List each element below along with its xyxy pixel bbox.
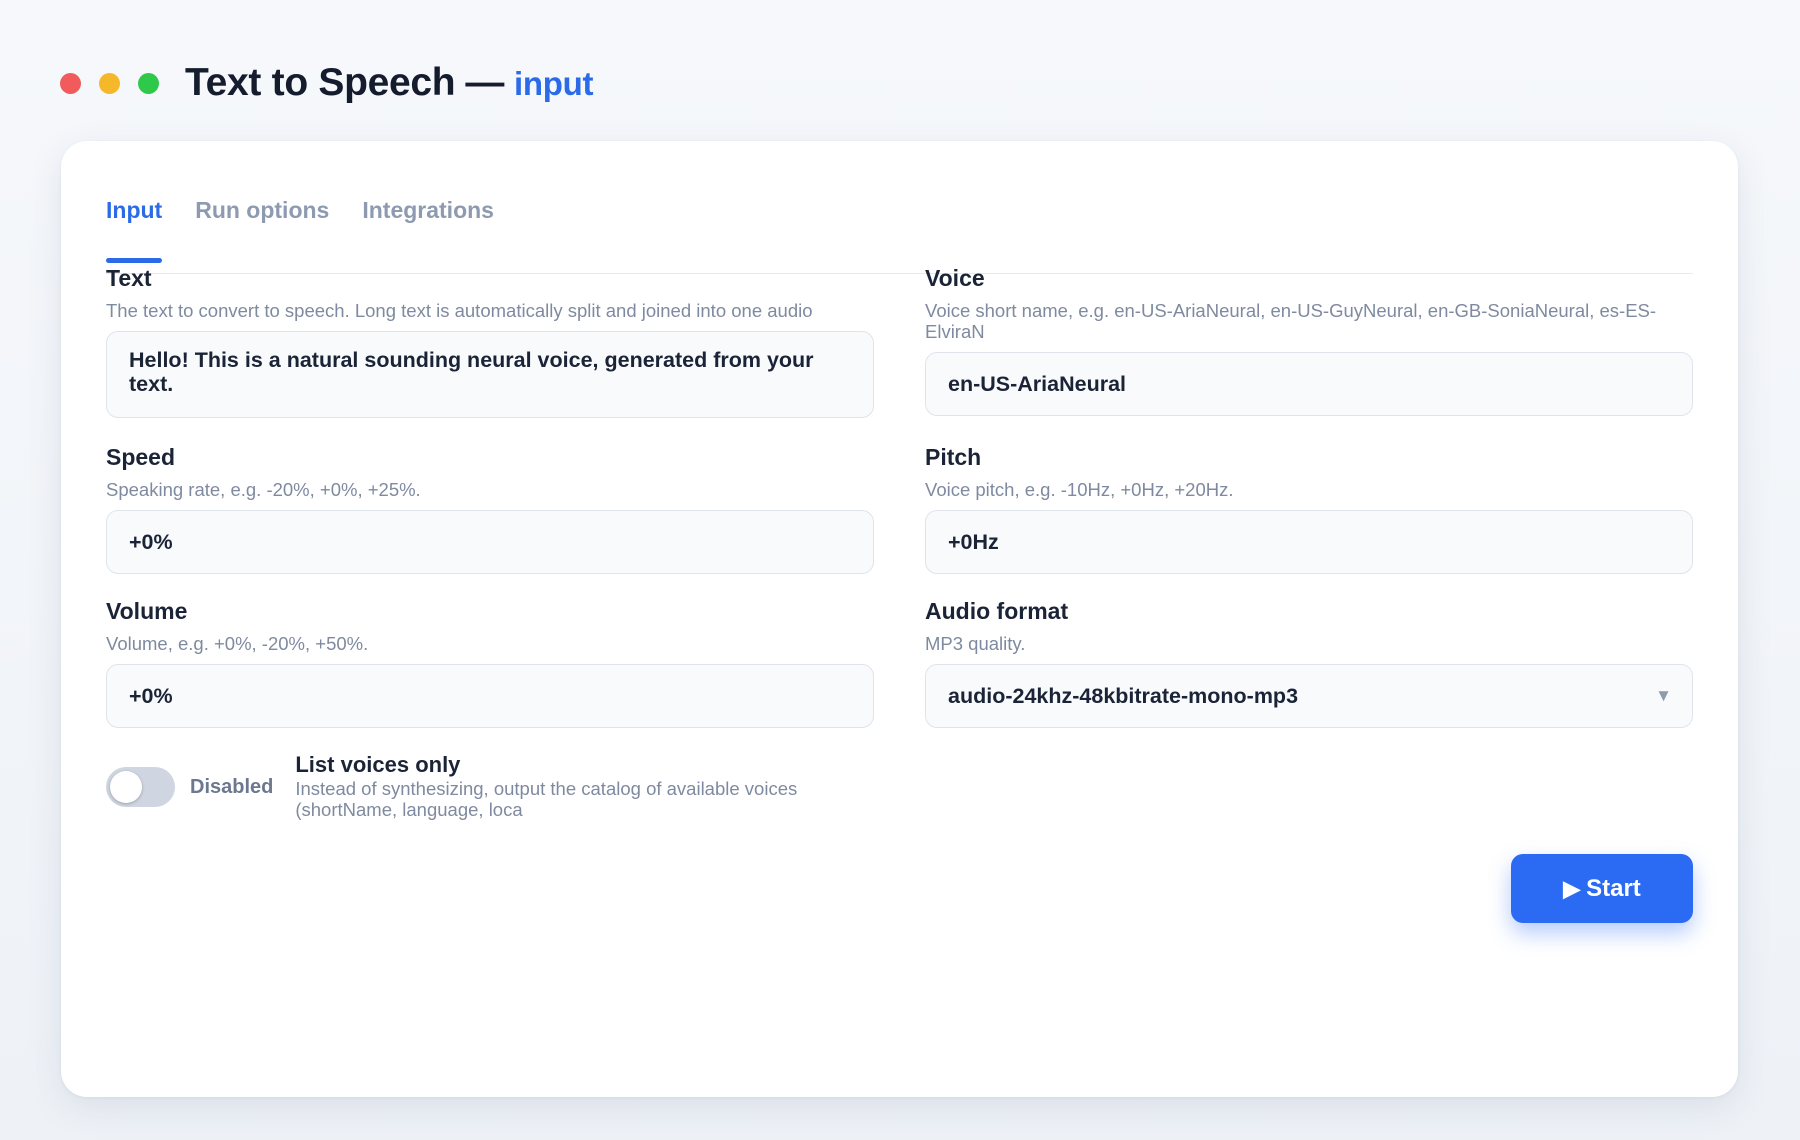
speed-help: Speaking rate, e.g. -20%, +0%, +25%. — [106, 479, 421, 500]
list-voices-text: List voices only Instead of synthesizing… — [295, 752, 835, 820]
voice-label: Voice — [925, 265, 985, 291]
page-title-text: Text to Speech — [185, 61, 456, 104]
audio-format-selected-value: audio-24khz-48kbitrate-mono-mp3 — [948, 683, 1299, 708]
voice-field-group: Voice Voice short name, e.g. en-US-AriaN… — [925, 264, 1693, 416]
audio-format-label: Audio format — [925, 598, 1069, 624]
audio-format-select[interactable]: audio-24khz-48kbitrate-mono-mp3 ▼ — [925, 664, 1693, 728]
tab-input[interactable]: Input — [106, 177, 163, 263]
main-card: Input Run options Integrations Text The … — [61, 141, 1738, 1097]
audio-format-field-group: Audio format MP3 quality. audio-24khz-48… — [925, 597, 1693, 728]
speed-field-group: Speed Speaking rate, e.g. -20%, +0%, +25… — [106, 443, 874, 574]
text-help: The text to convert to speech. Long text… — [106, 300, 813, 321]
voice-input[interactable]: en-US-AriaNeural — [925, 352, 1693, 416]
volume-field-group: Volume Volume, e.g. +0%, -20%, +50%. +0% — [106, 597, 874, 728]
list-voices-state: Disabled — [190, 776, 274, 798]
window-titlebar: Text to Speech — input — [60, 58, 593, 108]
list-voices-row: Disabled List voices only Instead of syn… — [106, 752, 835, 820]
speed-input[interactable]: +0% — [106, 510, 874, 574]
tab-integrations[interactable]: Integrations — [362, 177, 494, 263]
window-maximize-button[interactable] — [138, 72, 159, 94]
pitch-help: Voice pitch, e.g. -10Hz, +0Hz, +20Hz. — [925, 479, 1234, 500]
window-minimize-button[interactable] — [99, 72, 120, 94]
pitch-field-group: Pitch Voice pitch, e.g. -10Hz, +0Hz, +20… — [925, 443, 1693, 574]
text-input[interactable]: Hello! This is a natural sounding neural… — [106, 331, 874, 418]
text-field-group: Text The text to convert to speech. Long… — [106, 264, 874, 418]
page-title: Text to Speech — input — [185, 61, 593, 105]
start-button-label: Start — [1586, 874, 1641, 902]
volume-label: Volume — [106, 598, 188, 624]
speed-label: Speed — [106, 444, 176, 470]
pitch-label: Pitch — [925, 444, 982, 470]
chevron-down-icon: ▼ — [1655, 686, 1672, 705]
tab-bar: Input Run options Integrations — [106, 177, 1693, 274]
list-voices-help: Instead of synthesizing, output the cata… — [295, 778, 798, 820]
page-subtitle: input — [514, 65, 594, 102]
window-close-button[interactable] — [60, 72, 81, 94]
play-icon: ▶ — [1563, 875, 1581, 901]
tab-run-options[interactable]: Run options — [195, 177, 329, 263]
start-button[interactable]: ▶ Start — [1511, 854, 1693, 923]
pitch-input[interactable]: +0Hz — [925, 510, 1693, 574]
audio-format-help: MP3 quality. — [925, 633, 1026, 654]
list-voices-toggle[interactable] — [106, 767, 175, 807]
list-voices-title: List voices only — [295, 752, 461, 777]
voice-help: Voice short name, e.g. en-US-AriaNeural,… — [925, 300, 1657, 342]
text-label: Text — [106, 265, 152, 291]
toggle-knob — [110, 771, 142, 803]
title-separator: — — [465, 61, 505, 104]
volume-help: Volume, e.g. +0%, -20%, +50%. — [106, 633, 369, 654]
volume-input[interactable]: +0% — [106, 664, 874, 728]
